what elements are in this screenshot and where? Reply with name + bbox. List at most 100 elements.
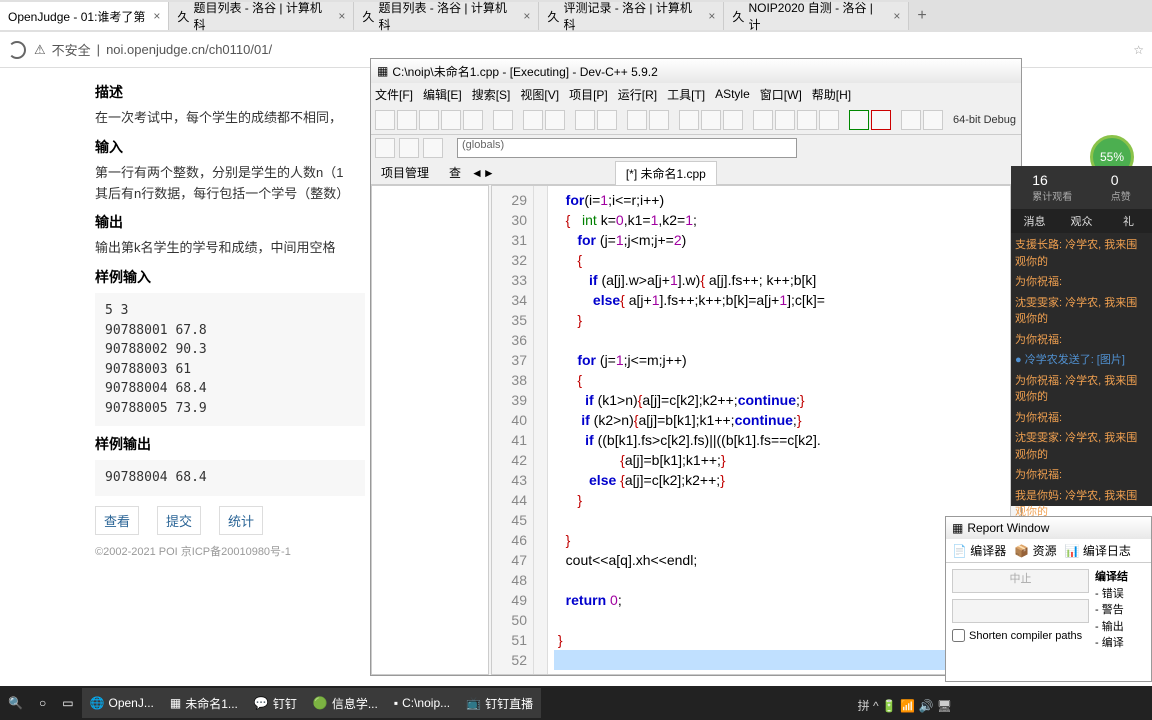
output-text: 输出第k名学生的学号和成绩，中间用空格 bbox=[95, 238, 365, 259]
code-editor[interactable]: 2930313233343536373839404142434445464748… bbox=[491, 185, 1011, 675]
chart-icon[interactable] bbox=[901, 110, 921, 130]
close-icon[interactable]: × bbox=[153, 9, 160, 23]
tab-active[interactable]: OpenJudge - 01:谁考了第× bbox=[0, 2, 169, 30]
find-icon[interactable] bbox=[575, 110, 595, 130]
menu-search[interactable]: 搜索[S] bbox=[472, 86, 511, 103]
menu-project[interactable]: 项目[P] bbox=[569, 86, 608, 103]
toolbar: 64-bit Debug bbox=[371, 105, 1021, 135]
view-button[interactable]: 查看 bbox=[95, 506, 139, 535]
project-tab[interactable]: 项目管理 bbox=[371, 164, 439, 181]
task-chrome[interactable]: 🌐 OpenJ... bbox=[82, 688, 162, 718]
check-icon[interactable] bbox=[849, 110, 869, 130]
report-input[interactable] bbox=[952, 599, 1089, 623]
input-text: 第一行有两个整数，分别是学生的人数n（1其后有n行数据，每行包括一个学号（整数） bbox=[95, 163, 365, 205]
step-icon[interactable] bbox=[701, 110, 721, 130]
close-icon[interactable]: × bbox=[523, 9, 530, 23]
reload-icon[interactable] bbox=[8, 41, 26, 59]
save-icon[interactable] bbox=[419, 110, 439, 130]
code-area[interactable]: for(i=1;i<=r;i++) { int k=0,k1=1,k2=1; f… bbox=[548, 186, 1010, 674]
warning-icon: ⚠ bbox=[34, 42, 46, 58]
back-icon[interactable] bbox=[375, 138, 395, 158]
open-icon[interactable] bbox=[397, 110, 417, 130]
menu-view[interactable]: 视图[V] bbox=[520, 86, 559, 103]
file-tab[interactable]: [*] 未命名1.cpp bbox=[615, 161, 717, 185]
tab-compile-log[interactable]: 📊 编译日志 bbox=[1065, 542, 1131, 559]
replace-icon[interactable] bbox=[597, 110, 617, 130]
menu-astyle[interactable]: AStyle bbox=[715, 87, 750, 101]
sample-input: 5 3 90788001 67.8 90788002 90.3 90788003… bbox=[95, 293, 365, 426]
stats-button[interactable]: 统计 bbox=[219, 506, 263, 535]
grid-icon[interactable] bbox=[753, 110, 773, 130]
grid-icon[interactable] bbox=[797, 110, 817, 130]
close-icon[interactable]: × bbox=[338, 9, 345, 23]
taskview-icon[interactable]: ▭ bbox=[54, 688, 81, 718]
sample-output: 90788004 68.4 bbox=[95, 460, 365, 496]
taskbar: 🔍 ○ ▭ 🌐 OpenJ... ▦ 未命名1... 💬 钉钉 🟢 信息学...… bbox=[0, 686, 1152, 720]
menu-run[interactable]: 运行[R] bbox=[618, 86, 657, 103]
menu-file[interactable]: 文件[F] bbox=[375, 86, 413, 103]
tab[interactable]: 久评测记录 - 洛谷 | 计算机科× bbox=[539, 2, 724, 30]
task-dingtalk[interactable]: 💬 钉钉 bbox=[246, 688, 305, 718]
app-icon: ▦ bbox=[377, 64, 388, 78]
line-gutter: 2930313233343536373839404142434445464748… bbox=[492, 186, 534, 674]
new-icon[interactable] bbox=[375, 110, 395, 130]
redo-icon[interactable] bbox=[545, 110, 565, 130]
menu-tools[interactable]: 工具[T] bbox=[667, 86, 705, 103]
fwd-icon[interactable] bbox=[399, 138, 419, 158]
debug-icon[interactable] bbox=[679, 110, 699, 130]
menu-edit[interactable]: 编辑[E] bbox=[423, 86, 462, 103]
chat-tab-viewers[interactable]: 观众 bbox=[1058, 209, 1105, 233]
scope-select[interactable]: (globals) bbox=[457, 138, 797, 158]
print-icon[interactable] bbox=[493, 110, 513, 130]
star-icon[interactable]: ☆ bbox=[1133, 43, 1144, 57]
compile-icon[interactable] bbox=[627, 110, 647, 130]
new-tab-button[interactable]: + bbox=[909, 7, 934, 25]
right-arrow-icon[interactable]: ► bbox=[483, 166, 495, 180]
btn-icon[interactable] bbox=[423, 138, 443, 158]
step-icon[interactable] bbox=[723, 110, 743, 130]
copyright: ©2002-2021 POI 京ICP备20010980号-1 bbox=[95, 543, 365, 559]
problem-content: 描述 在一次考试中，每个学生的成绩都不相同， 输入 第一行有两个整数，分别是学生… bbox=[95, 68, 365, 559]
undo-icon[interactable] bbox=[523, 110, 543, 130]
tab[interactable]: 久题目列表 - 洛谷 | 计算机科× bbox=[169, 2, 354, 30]
sample-out-heading: 样例输出 bbox=[95, 434, 365, 454]
submit-button[interactable]: 提交 bbox=[157, 506, 201, 535]
grid-icon[interactable] bbox=[819, 110, 839, 130]
system-tray[interactable]: 拼 ^ 🔋 📶 🔊 🖥 bbox=[858, 697, 952, 714]
project-tab2[interactable]: 查 bbox=[439, 164, 471, 181]
chart-icon[interactable] bbox=[923, 110, 943, 130]
task-info[interactable]: 🟢 信息学... bbox=[305, 688, 386, 718]
menu-bar: 文件[F] 编辑[E] 搜索[S] 视图[V] 项目[P] 运行[R] 工具[T… bbox=[371, 83, 1021, 105]
task-devcpp[interactable]: ▦ 未命名1... bbox=[162, 688, 246, 718]
x-icon[interactable] bbox=[871, 110, 891, 130]
tab-compiler[interactable]: 📄 编译器 bbox=[952, 542, 1006, 559]
close-icon[interactable]: × bbox=[708, 9, 715, 23]
task-console[interactable]: ▪ C:\noip... bbox=[386, 688, 458, 718]
tab-row: 项目管理 查 ◄ ► [*] 未命名1.cpp bbox=[371, 161, 1021, 185]
left-arrow-icon[interactable]: ◄ bbox=[471, 166, 483, 180]
window-title-bar[interactable]: ▦ C:\noip\未命名1.cpp - [Executing] - Dev-C… bbox=[371, 59, 1021, 83]
input-heading: 输入 bbox=[95, 137, 365, 157]
close-icon[interactable]: × bbox=[893, 9, 900, 23]
chat-tab-msg[interactable]: 消息 bbox=[1011, 209, 1058, 233]
task-live[interactable]: 📺 钉钉直播 bbox=[458, 688, 541, 718]
run-icon[interactable] bbox=[649, 110, 669, 130]
debug-mode-select[interactable]: 64-bit Debug bbox=[953, 114, 1016, 126]
url-input[interactable]: ⚠ 不安全 | noi.openjudge.cn/ch0110/01/ bbox=[34, 40, 1125, 59]
menu-help[interactable]: 帮助[H] bbox=[812, 86, 851, 103]
report-window: ▦ Report Window 📄 编译器 📦 资源 📊 编译日志 中止 Sho… bbox=[945, 516, 1152, 682]
tab[interactable]: 久NOIP2020 自测 - 洛谷 | 计× bbox=[724, 2, 909, 30]
search-icon[interactable]: 🔍 bbox=[0, 688, 31, 718]
chat-tab-gift[interactable]: 礼 bbox=[1105, 209, 1152, 233]
close-icon[interactable] bbox=[463, 110, 483, 130]
stop-button[interactable]: 中止 bbox=[952, 569, 1089, 593]
tab-resources[interactable]: 📦 资源 bbox=[1014, 542, 1056, 559]
shorten-paths-checkbox[interactable]: Shorten compiler paths bbox=[952, 629, 1089, 642]
menu-window[interactable]: 窗口[W] bbox=[760, 86, 802, 103]
tab[interactable]: 久题目列表 - 洛谷 | 计算机科× bbox=[354, 2, 539, 30]
report-title-bar[interactable]: ▦ Report Window bbox=[946, 517, 1151, 539]
fold-gutter[interactable] bbox=[534, 186, 548, 674]
saveall-icon[interactable] bbox=[441, 110, 461, 130]
grid-icon[interactable] bbox=[775, 110, 795, 130]
cortana-icon[interactable]: ○ bbox=[31, 688, 54, 718]
